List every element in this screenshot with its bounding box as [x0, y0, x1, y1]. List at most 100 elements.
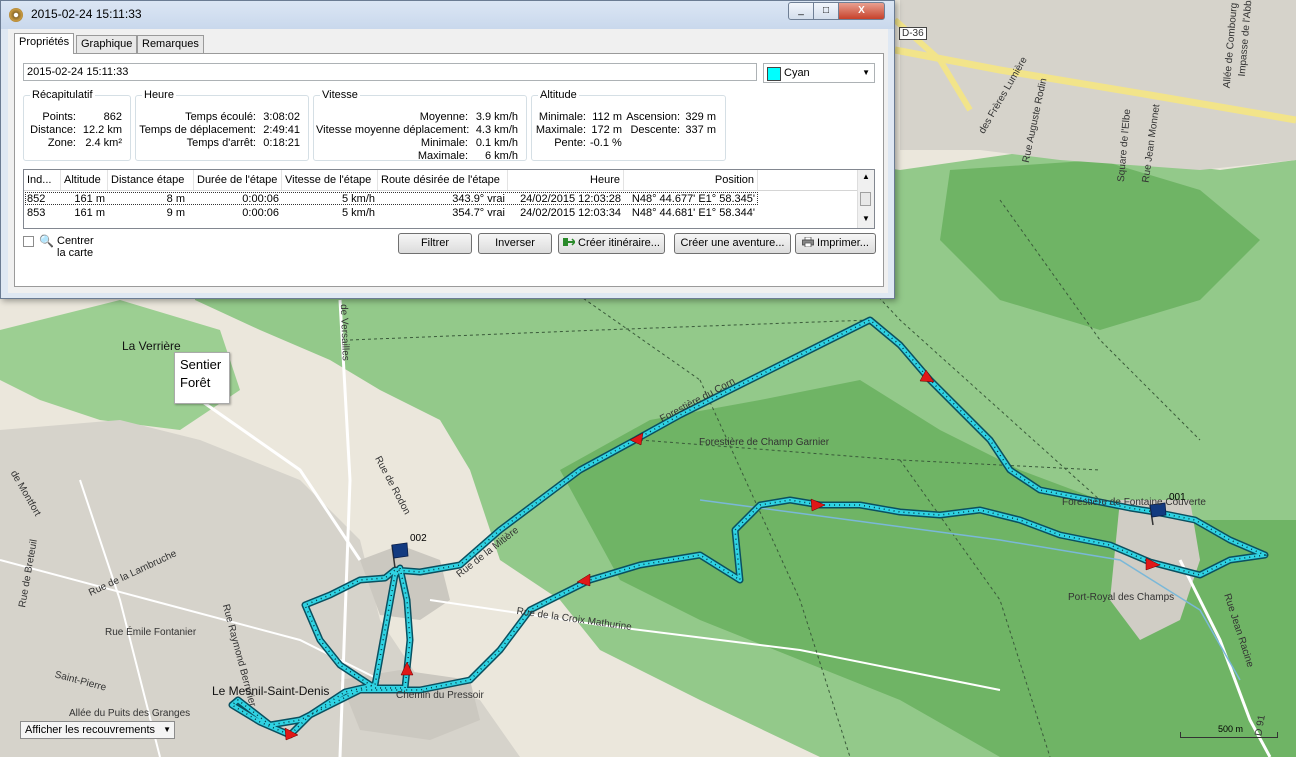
color-label: Cyan: [784, 67, 810, 79]
scroll-up-icon[interactable]: ▲: [862, 172, 870, 181]
cell-position: N48° 44.681' E1° 58.344': [631, 207, 755, 219]
scroll-thumb[interactable]: [860, 192, 871, 206]
window-titlebar[interactable]: 2015-02-24 15:11:33 _ □ X: [1, 1, 894, 29]
app-icon: [9, 8, 23, 22]
create-route-label: Créer itinéraire...: [578, 237, 660, 249]
altitude-max-label: Maximale:: [535, 124, 586, 136]
map-label-d36: D-36: [899, 27, 927, 40]
tab-proprietes[interactable]: Propriétés: [14, 33, 75, 54]
cell-vitesse: 5 km/h: [341, 193, 375, 205]
altitude-group: Altitude Minimale: 112 m Maximale: 172 m…: [531, 89, 726, 161]
pente-label: Pente:: [554, 137, 586, 149]
temps-deplacement-value: 2:49:41: [263, 124, 300, 136]
map-tooltip: Sentier Forêt: [174, 352, 230, 404]
recap-group: Récapitulatif Points: 862 Distance: 12.2…: [23, 89, 131, 161]
window-title: 2015-02-24 15:11:33: [31, 7, 142, 21]
ascension-value: 329 m: [685, 111, 716, 123]
vitesse-legend: Vitesse: [322, 89, 358, 101]
points-value: 862: [103, 111, 122, 123]
properties-panel: Cyan ▼ Récapitulatif Points: 862 Distanc…: [14, 53, 884, 287]
col-header-distance[interactable]: Distance étape: [108, 170, 194, 190]
print-button[interactable]: Imprimer...: [795, 233, 876, 254]
close-button[interactable]: X: [838, 2, 885, 20]
altitude-max-value: 172 m: [591, 124, 622, 136]
map-label-puits-granges: Allée du Puits des Granges: [69, 708, 191, 719]
points-label: Points:: [42, 111, 76, 123]
table-row[interactable]: 852 161 m 8 m 0:00:06 5 km/h 343.9° vrai…: [24, 192, 859, 206]
distance-label: Distance:: [30, 124, 76, 136]
col-header-heure[interactable]: Heure: [508, 170, 624, 190]
vitesse-minimale-label: Minimale:: [420, 137, 468, 149]
col-header-altitude[interactable]: Altitude: [61, 170, 108, 190]
descente-label: Descente:: [630, 124, 680, 136]
waypoint-end-label: 002: [410, 533, 427, 544]
cell-vitesse: 5 km/h: [341, 207, 375, 219]
ascension-label: Ascension:: [626, 111, 680, 123]
center-map-checkbox[interactable]: [23, 236, 34, 247]
col-header-position[interactable]: Position: [624, 170, 758, 190]
cell-heure: 24/02/2015 12:03:28: [520, 193, 621, 205]
create-adventure-button[interactable]: Créer une aventure...: [674, 233, 791, 254]
temps-arret-value: 0:18:21: [263, 137, 300, 149]
track-properties-window: 2015-02-24 15:11:33 _ □ X Propriétés Gra…: [0, 0, 895, 299]
altitude-legend: Altitude: [540, 89, 577, 101]
vitesse-moyenne-value: 3.9 km/h: [475, 111, 518, 123]
pente-value: -0.1 %: [590, 137, 622, 149]
col-header-vitesse[interactable]: Vitesse de l'étape: [282, 170, 378, 190]
table-scrollbar[interactable]: ▲ ▼: [857, 170, 874, 228]
overlay-dropdown[interactable]: Afficher les recouvrements ▼: [20, 721, 175, 739]
reverse-button[interactable]: Inverser: [478, 233, 552, 254]
map-label-mesnil: Le Mesnil-Saint-Denis: [212, 684, 330, 698]
col-header-index[interactable]: Ind...: [24, 170, 61, 190]
map-label-emile-fontanier: Rue Émile Fontanier: [105, 627, 197, 638]
map-label-champ-garnier: Forestière de Champ Garnier: [699, 437, 830, 448]
chevron-down-icon: ▼: [862, 68, 870, 77]
center-map-label: Centrer la carte: [57, 235, 94, 259]
temps-deplacement-label: Temps de déplacement:: [139, 124, 256, 136]
color-dropdown[interactable]: Cyan ▼: [763, 63, 875, 83]
map-label-port-royal: Port-Royal des Champs: [1068, 592, 1175, 603]
map-label-la-verriere: La Verrière: [122, 339, 181, 353]
altitude-min-value: 112 m: [592, 111, 622, 123]
print-label: Imprimer...: [817, 237, 869, 249]
table-header: Ind... Altitude Distance étape Durée de …: [24, 170, 859, 191]
tooltip-line2: Forêt: [180, 375, 211, 390]
filter-button[interactable]: Filtrer: [398, 233, 472, 254]
minimize-button[interactable]: _: [788, 2, 814, 20]
trackpoints-table[interactable]: Ind... Altitude Distance étape Durée de …: [23, 169, 875, 229]
vitesse-moy-depl-value: 4.3 km/h: [475, 124, 518, 136]
cell-altitude: 161 m: [74, 193, 105, 205]
cell-index: 853: [27, 207, 46, 219]
cell-heure: 24/02/2015 12:03:34: [520, 207, 621, 219]
col-header-duree[interactable]: Durée de l'étape: [194, 170, 282, 190]
cell-distance: 8 m: [166, 193, 185, 205]
table-row[interactable]: 853 161 m 9 m 0:00:06 5 km/h 354.7° vrai…: [24, 206, 859, 220]
vitesse-minimale-value: 0.1 km/h: [475, 137, 518, 149]
temps-arret-label: Temps d'arrêt:: [186, 137, 256, 149]
printer-icon: [802, 237, 814, 247]
cell-position: N48° 44.677' E1° 58.345': [631, 193, 755, 205]
track-name-input[interactable]: [23, 63, 757, 81]
tab-remarques[interactable]: Remarques: [137, 35, 204, 53]
scale-bar: [1180, 732, 1278, 738]
descente-value: 337 m: [685, 124, 716, 136]
scroll-down-icon[interactable]: ▼: [862, 214, 870, 223]
cell-duree: 0:00:06: [242, 207, 279, 219]
zone-value: 2.4 km²: [85, 137, 122, 149]
col-header-route[interactable]: Route désirée de l'étape: [378, 170, 508, 190]
cell-distance: 9 m: [166, 207, 185, 219]
tooltip-line1: Sentier: [180, 357, 222, 372]
create-route-button[interactable]: Créer itinéraire...: [558, 233, 665, 254]
heure-legend: Heure: [144, 89, 174, 101]
map-scale: 500 m: [1180, 722, 1280, 740]
cell-altitude: 161 m: [74, 207, 105, 219]
cell-route: 343.9° vrai: [452, 193, 505, 205]
zone-label: Zone:: [47, 137, 76, 149]
vitesse-moyenne-label: Moyenne:: [419, 111, 468, 123]
cell-duree: 0:00:06: [242, 193, 279, 205]
cell-route: 354.7° vrai: [452, 207, 505, 219]
temps-ecoule-value: 3:08:02: [263, 111, 300, 123]
route-icon: [563, 238, 576, 246]
maximize-button[interactable]: □: [813, 2, 839, 20]
tab-graphique[interactable]: Graphique: [76, 35, 138, 53]
